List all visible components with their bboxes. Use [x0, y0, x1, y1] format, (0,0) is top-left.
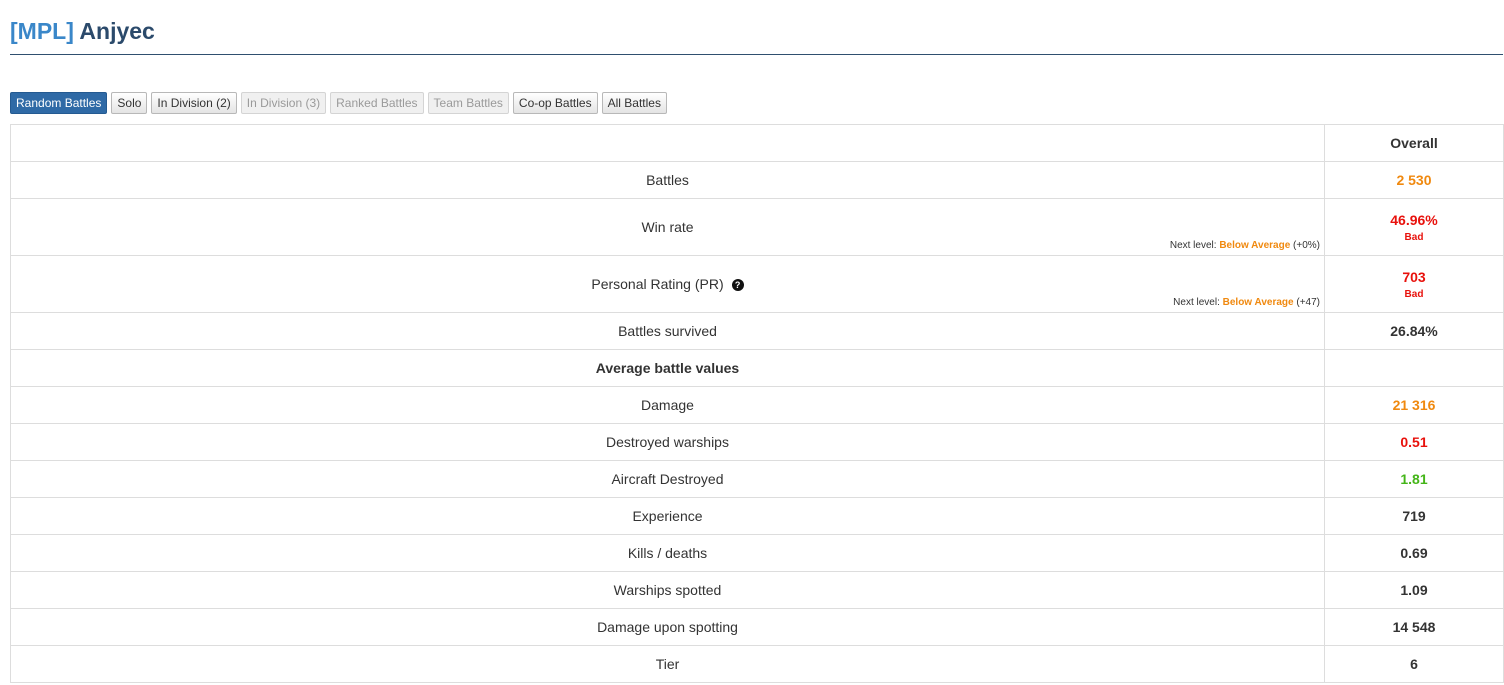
avg-row-value: 21 316	[1392, 397, 1436, 413]
avg-row-value: 14 548	[1392, 619, 1436, 635]
page-header: [MPL] Anjyec	[10, 0, 1503, 55]
avg-row-label: Destroyed warships	[10, 423, 1325, 461]
survived-label: Battles survived	[10, 312, 1325, 350]
label-column-header	[10, 124, 1325, 162]
win-rate-value-cell: 46.96% Bad	[1324, 198, 1504, 256]
average-values-heading: Average battle values	[10, 349, 1325, 387]
next-level-name: Below Average	[1219, 240, 1291, 251]
next-level-delta: (+0%)	[1293, 240, 1320, 251]
table-row-damage: Damage 21 316	[10, 386, 1504, 424]
tab-team-battles[interactable]: Team Battles	[427, 92, 509, 114]
overall-column-header: Overall	[1324, 124, 1504, 162]
avg-row-value-cell: 0.69	[1324, 534, 1504, 572]
table-row-survived: Battles survived 26.84%	[10, 312, 1504, 350]
page-title: [MPL] Anjyec	[10, 17, 155, 45]
avg-row-label: Experience	[10, 497, 1325, 535]
win-rate-rating: Bad	[1404, 231, 1424, 243]
avg-row-value-cell: 6	[1324, 645, 1504, 683]
avg-row-value-cell: 0.51	[1324, 423, 1504, 461]
table-row-aircraft-destroyed: Aircraft Destroyed 1.81	[10, 460, 1504, 498]
tab-in-division-3[interactable]: In Division (3)	[240, 92, 327, 114]
survived-value: 26.84%	[1390, 323, 1438, 339]
avg-row-label: Damage upon spotting	[10, 608, 1325, 646]
clan-tag-link[interactable]: [MPL]	[10, 18, 74, 44]
tab-solo[interactable]: Solo	[111, 92, 148, 114]
table-row-destroyed-warships: Destroyed warships 0.51	[10, 423, 1504, 461]
table-header-row: Overall	[10, 124, 1504, 162]
next-level-prefix: Next level:	[1169, 240, 1217, 251]
stats-table-body: Overall Battles 2 530 Win rate Next leve…	[10, 124, 1504, 683]
table-row-warships-spotted: Warships spotted 1.09	[10, 571, 1504, 609]
avg-row-value: 6	[1410, 656, 1418, 672]
pr-rating: Bad	[1404, 288, 1424, 300]
battles-value-cell: 2 530	[1324, 161, 1504, 199]
avg-row-value-cell: 1.81	[1324, 460, 1504, 498]
avg-row-label: Warships spotted	[10, 571, 1325, 609]
tab-ranked-battles[interactable]: Ranked Battles	[330, 92, 424, 114]
avg-row-label: Damage	[10, 386, 1325, 424]
win-rate-label: Win rate	[641, 219, 694, 235]
table-row-damage-upon-spotting: Damage upon spotting 14 548	[10, 608, 1504, 646]
tab-in-division-2[interactable]: In Division (2)	[151, 92, 237, 114]
avg-row-value-cell: 21 316	[1324, 386, 1504, 424]
avg-row-value-cell: 14 548	[1324, 608, 1504, 646]
pr-value-cell: 703 Bad	[1324, 255, 1504, 313]
avg-row-value-cell: 719	[1324, 497, 1504, 535]
avg-row-value-cell: 1.09	[1324, 571, 1504, 609]
stats-table: Overall Battles 2 530 Win rate Next leve…	[10, 124, 1504, 683]
table-row-experience: Experience 719	[10, 497, 1504, 535]
section-heading-row: Average battle values	[10, 349, 1504, 387]
survived-value-cell: 26.84%	[1324, 312, 1504, 350]
section-heading-empty-cell	[1324, 349, 1504, 387]
table-row-personal-rating: Personal Rating (PR)? Next level: Below …	[10, 255, 1504, 313]
avg-row-label: Tier	[10, 645, 1325, 683]
avg-row-value: 0.69	[1400, 545, 1428, 561]
avg-row-value: 719	[1402, 508, 1426, 524]
pr-label: Personal Rating (PR)	[591, 276, 724, 292]
battles-label: Battles	[10, 161, 1325, 199]
pr-value: 703	[1402, 268, 1426, 285]
avg-row-value: 1.81	[1400, 471, 1428, 487]
next-level-name: Below Average	[1222, 297, 1294, 308]
help-icon[interactable]: ?	[731, 279, 744, 291]
win-rate-value: 46.96%	[1390, 211, 1438, 228]
win-rate-label-cell: Win rate Next level: Below Average (+0%)	[10, 198, 1325, 256]
battles-value: 2 530	[1396, 172, 1432, 188]
table-row-tier: Tier 6	[10, 645, 1504, 683]
next-level-delta: (+47)	[1296, 297, 1320, 308]
win-rate-next-level: Next level: Below Average (+0%)	[1170, 240, 1320, 251]
avg-row-label: Kills / deaths	[10, 534, 1325, 572]
avg-row-value: 0.51	[1400, 434, 1428, 450]
tab-random-battles[interactable]: Random Battles	[10, 92, 108, 114]
avg-row-value: 1.09	[1400, 582, 1428, 598]
tab-all-battles[interactable]: All Battles	[601, 92, 667, 114]
battle-type-tabs: Random Battles Solo In Division (2) In D…	[10, 92, 667, 114]
table-row-battles: Battles 2 530	[10, 161, 1504, 199]
tab-coop-battles[interactable]: Co-op Battles	[512, 92, 598, 114]
pr-label-cell: Personal Rating (PR)? Next level: Below …	[10, 255, 1325, 313]
player-name: Anjyec	[79, 18, 155, 44]
pr-next-level: Next level: Below Average (+47)	[1173, 297, 1320, 308]
avg-row-label: Aircraft Destroyed	[10, 460, 1325, 498]
next-level-prefix: Next level:	[1173, 297, 1220, 308]
table-row-win-rate: Win rate Next level: Below Average (+0%)…	[10, 198, 1504, 256]
table-row-kills-deaths: Kills / deaths 0.69	[10, 534, 1504, 572]
